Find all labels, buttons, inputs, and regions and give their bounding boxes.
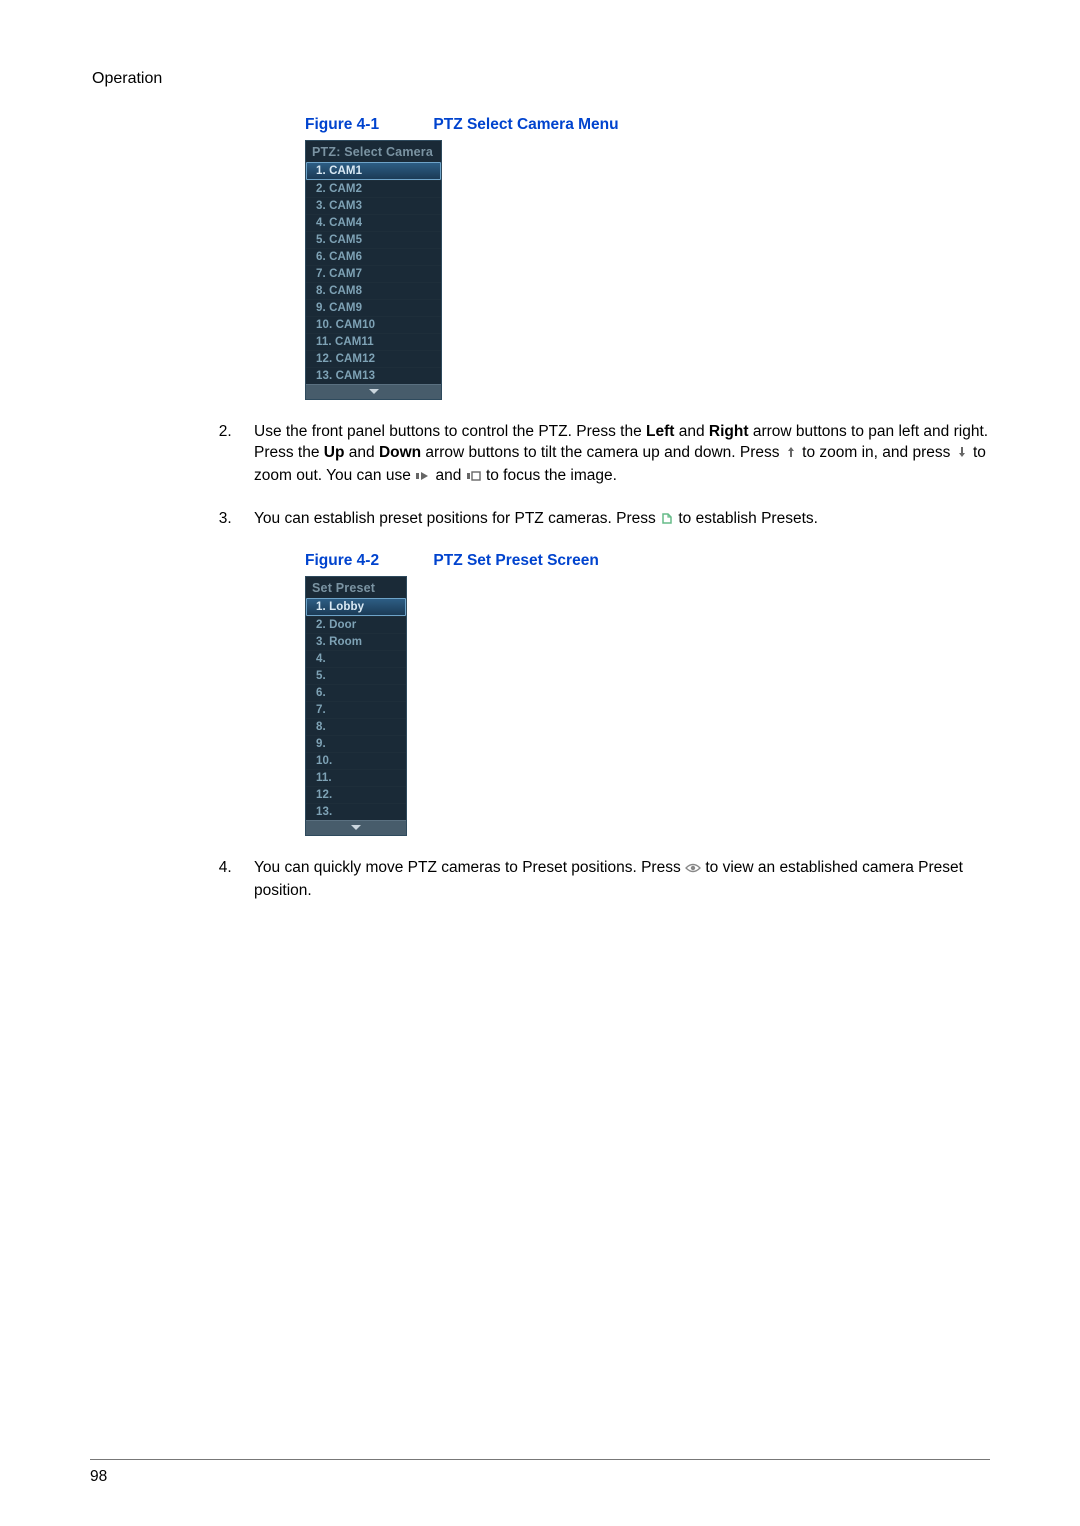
menu-item: 13. CAM13 <box>306 367 441 384</box>
figure-1-label: Figure 4-1 <box>305 116 379 133</box>
figure-2-image: Set Preset 1. Lobby2. Door3. Room4.5.6.7… <box>305 576 990 836</box>
preset-view-icon <box>685 860 701 881</box>
menu-item: 11. CAM11 <box>306 333 441 350</box>
menu-item: 10. CAM10 <box>306 316 441 333</box>
menu-item: 12. <box>306 786 406 803</box>
step-list-2: You can quickly move PTZ cameras to Pres… <box>90 858 990 922</box>
page-footer: 98 <box>90 1459 990 1486</box>
menu-item: 7. <box>306 701 406 718</box>
focus-near-icon <box>415 468 431 489</box>
ptz-select-camera-menu: PTZ: Select Camera 1. CAM12. CAM23. CAM3… <box>305 140 442 400</box>
menu-item: 7. CAM7 <box>306 265 441 282</box>
menu-item: 5. CAM5 <box>306 231 441 248</box>
menu-item: 10. <box>306 752 406 769</box>
menu-item: 9. CAM9 <box>306 299 441 316</box>
menu-item: 6. CAM6 <box>306 248 441 265</box>
figure-1-title: PTZ Select Camera Menu <box>433 116 618 133</box>
menu-item: 11. <box>306 769 406 786</box>
zoom-out-icon <box>955 445 969 466</box>
menu-item: 3. Room <box>306 633 406 650</box>
menu-scroll-down-icon <box>306 820 406 835</box>
menu-item: 9. <box>306 735 406 752</box>
menu-item: 1. CAM1 <box>306 162 441 180</box>
menu-item: 8. CAM8 <box>306 282 441 299</box>
section-header: Operation <box>92 70 990 88</box>
menu-item: 3. CAM3 <box>306 197 441 214</box>
page-number: 98 <box>90 1468 107 1485</box>
ptz-set-preset-menu: Set Preset 1. Lobby2. Door3. Room4.5.6.7… <box>305 576 407 836</box>
menu-item: 2. Door <box>306 616 406 633</box>
figure-1-image: PTZ: Select Camera 1. CAM12. CAM23. CAM3… <box>305 140 990 400</box>
menu-item: 2. CAM2 <box>306 180 441 197</box>
focus-far-icon <box>466 468 482 489</box>
menu-item: 4. <box>306 650 406 667</box>
step-3: You can establish preset positions for P… <box>236 509 990 532</box>
menu-title: PTZ: Select Camera <box>306 141 441 162</box>
menu-item: 1. Lobby <box>306 598 406 616</box>
menu-item: 5. <box>306 667 406 684</box>
step-4: You can quickly move PTZ cameras to Pres… <box>236 858 990 902</box>
figure-1-caption: Figure 4-1 PTZ Select Camera Menu <box>305 116 990 134</box>
zoom-in-icon <box>784 445 798 466</box>
figure-2-title: PTZ Set Preset Screen <box>433 552 598 569</box>
figure-2-label: Figure 4-2 <box>305 552 379 569</box>
menu-item: 12. CAM12 <box>306 350 441 367</box>
menu-item: 8. <box>306 718 406 735</box>
menu-item: 6. <box>306 684 406 701</box>
menu-item: 4. CAM4 <box>306 214 441 231</box>
figure-2-caption: Figure 4-2 PTZ Set Preset Screen <box>305 552 990 570</box>
menu-item: 13. <box>306 803 406 820</box>
step-2: Use the front panel buttons to control t… <box>236 422 990 489</box>
step-list: Use the front panel buttons to control t… <box>90 422 990 552</box>
preset-set-icon <box>660 511 674 532</box>
menu-scroll-down-icon <box>306 384 441 399</box>
menu-title: Set Preset <box>306 577 406 598</box>
